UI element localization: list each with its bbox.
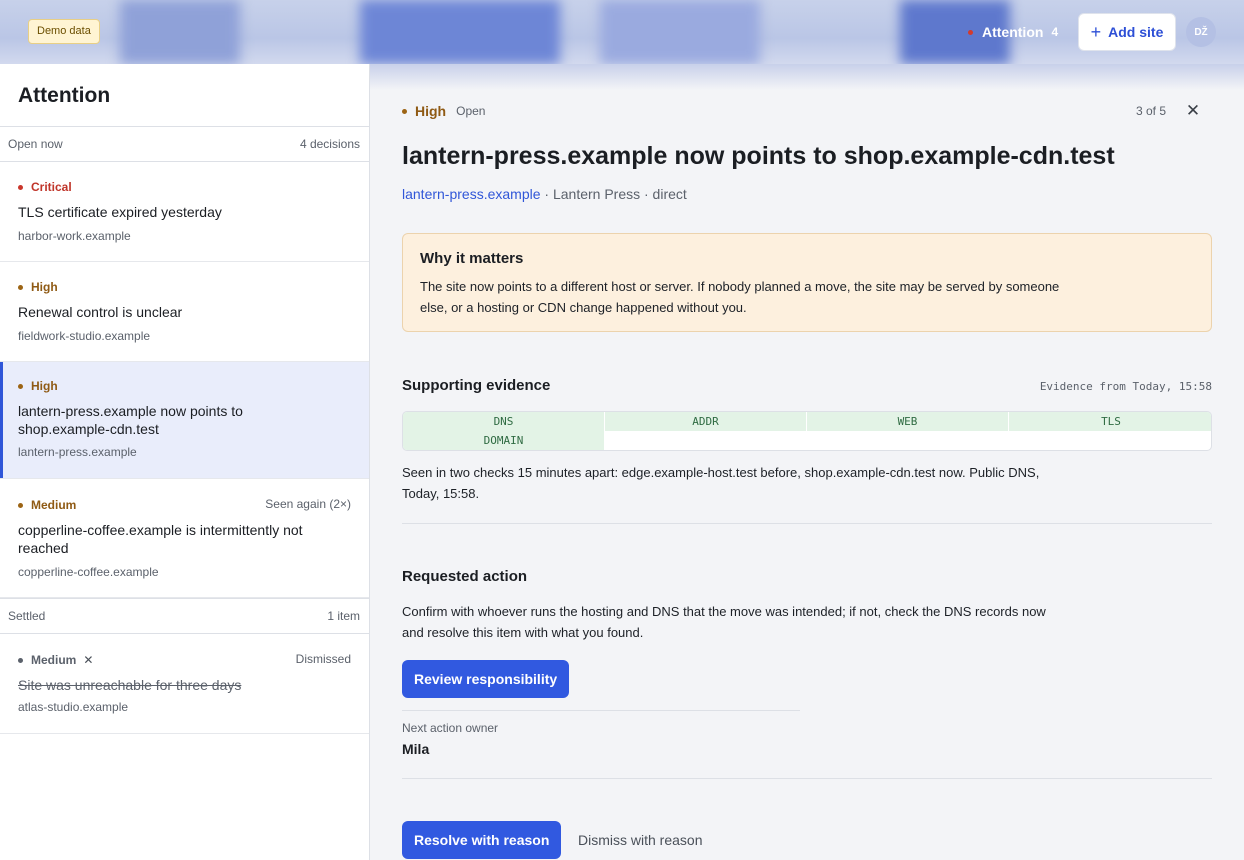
item-site: atlas-studio.example <box>18 700 129 714</box>
severity-dot-icon <box>18 383 23 389</box>
item-site: fieldwork-studio.example <box>18 329 151 343</box>
sidebar-title: Attention <box>18 84 111 107</box>
severity-text: Critical <box>31 180 72 194</box>
evidence-chip-tls[interactable]: TLS <box>1009 412 1211 431</box>
severity-label: Medium <box>18 498 76 512</box>
severity-dot-icon <box>18 284 23 290</box>
severity-text: High <box>415 103 447 119</box>
dismissed-x-icon: ✕ <box>83 653 94 667</box>
severity-text: High <box>31 379 58 393</box>
plus-icon: + <box>1090 22 1102 42</box>
list-item[interactable]: High Renewal control is unclear fieldwor… <box>0 262 369 362</box>
evidence-chips: DNS ADDR WEB TLS DOMAIN <box>402 411 1212 451</box>
evidence-chip-dns[interactable]: DNS <box>403 412 605 431</box>
list-item-settled[interactable]: Medium ✕ Dismissed Site was unreachable … <box>0 634 369 734</box>
top-fade <box>370 64 1244 90</box>
severity-text: Medium <box>31 498 77 512</box>
background-blur <box>120 0 240 64</box>
divider <box>402 710 800 711</box>
item-title: copperline-coffee.example is intermitten… <box>18 522 303 556</box>
detail-title: lantern-press.example now points to shop… <box>402 142 1115 170</box>
top-bar: Demo data Attention 4 + Add site DŽ <box>0 0 1244 64</box>
evidence-chip-domain[interactable]: DOMAIN <box>403 431 605 450</box>
dismiss-with-reason-button[interactable]: Dismiss with reason <box>578 832 702 848</box>
status-label: Open <box>456 104 486 118</box>
group-label: Open now <box>8 137 63 151</box>
item-site: lantern-press.example <box>18 445 137 459</box>
severity-label: Critical <box>18 180 72 194</box>
why-it-matters-panel: Why it matters The site now points to a … <box>402 233 1212 332</box>
list-item-selected[interactable]: High lantern-press.example now points to… <box>0 362 369 479</box>
attention-label: Attention <box>982 24 1044 40</box>
site-meta: · Lantern Press · direct <box>540 186 687 202</box>
resolve-with-reason-button[interactable]: Resolve with reason <box>402 821 562 859</box>
add-site-button[interactable]: + Add site <box>1078 13 1176 51</box>
evidence-chip-web[interactable]: WEB <box>807 412 1009 431</box>
divider <box>402 778 1212 779</box>
severity-text: High <box>31 280 58 294</box>
attention-count: 4 <box>1051 25 1059 39</box>
add-site-label: Add site <box>1108 24 1164 40</box>
severity-label: High <box>18 280 58 294</box>
site-link[interactable]: lantern-press.example <box>402 186 541 202</box>
owner-value: Mila <box>402 741 430 757</box>
background-blur <box>360 0 560 64</box>
severity-label: Medium ✕ <box>18 653 93 667</box>
user-avatar[interactable]: DŽ <box>1186 17 1216 47</box>
why-heading: Why it matters <box>420 250 524 267</box>
divider <box>402 523 1212 524</box>
severity-dot-icon <box>18 184 23 190</box>
demo-data-badge: Demo data <box>28 19 100 44</box>
why-body: The site now points to a different host … <box>420 279 1060 315</box>
attention-link[interactable]: Attention 4 <box>968 22 1058 42</box>
evidence-body: Seen in two checks 15 minutes apart: edg… <box>402 465 1040 501</box>
severity-label: High <box>18 379 58 393</box>
detail-subtitle: lantern-press.example · Lantern Press · … <box>402 186 687 202</box>
owner-label: Next action owner <box>402 721 499 735</box>
group-count: 1 item <box>327 609 360 623</box>
seen-again-label: Seen again (2×) <box>265 497 351 511</box>
evidence-heading: Supporting evidence <box>402 377 551 394</box>
list-item[interactable]: Critical TLS certificate expired yesterd… <box>0 162 369 262</box>
open-now-group-header: Open now 4 decisions <box>0 126 369 162</box>
detail-severity: High Open <box>402 103 485 119</box>
settled-group-header: Settled 1 item <box>0 598 369 634</box>
evidence-timestamp: Evidence from Today, 15:58 <box>1039 380 1212 393</box>
item-title: lantern-press.example now points to shop… <box>18 403 243 437</box>
severity-text: Medium <box>31 653 77 667</box>
detail-panel: High Open 3 of 5 ✕ lantern-press.example… <box>370 64 1244 860</box>
item-title: Site was unreachable for three days <box>18 677 242 693</box>
dismissed-label: Dismissed <box>295 652 351 666</box>
background-blur <box>600 0 760 64</box>
item-title: TLS certificate expired yesterday <box>18 204 222 220</box>
review-responsibility-button[interactable]: Review responsibility <box>402 660 570 698</box>
item-site: copperline-coffee.example <box>18 565 159 579</box>
item-title: Renewal control is unclear <box>18 304 183 320</box>
severity-dot-icon <box>402 108 407 114</box>
pager: 3 of 5 <box>1136 104 1167 118</box>
requested-action-body: Confirm with whoever runs the hosting an… <box>402 604 1046 640</box>
attention-list: Attention Open now 4 decisions Critical … <box>0 64 370 860</box>
group-label: Settled <box>8 609 46 623</box>
item-site: harbor-work.example <box>18 229 131 243</box>
attention-dot-icon <box>968 29 973 35</box>
requested-action-heading: Requested action <box>402 568 528 585</box>
severity-dot-icon <box>18 502 23 508</box>
severity-dot-icon <box>18 657 23 663</box>
evidence-chip-addr[interactable]: ADDR <box>605 412 807 431</box>
group-count: 4 decisions <box>299 137 360 151</box>
close-icon[interactable]: ✕ <box>1184 101 1202 121</box>
list-item[interactable]: Medium Seen again (2×) copperline-coffee… <box>0 479 369 598</box>
